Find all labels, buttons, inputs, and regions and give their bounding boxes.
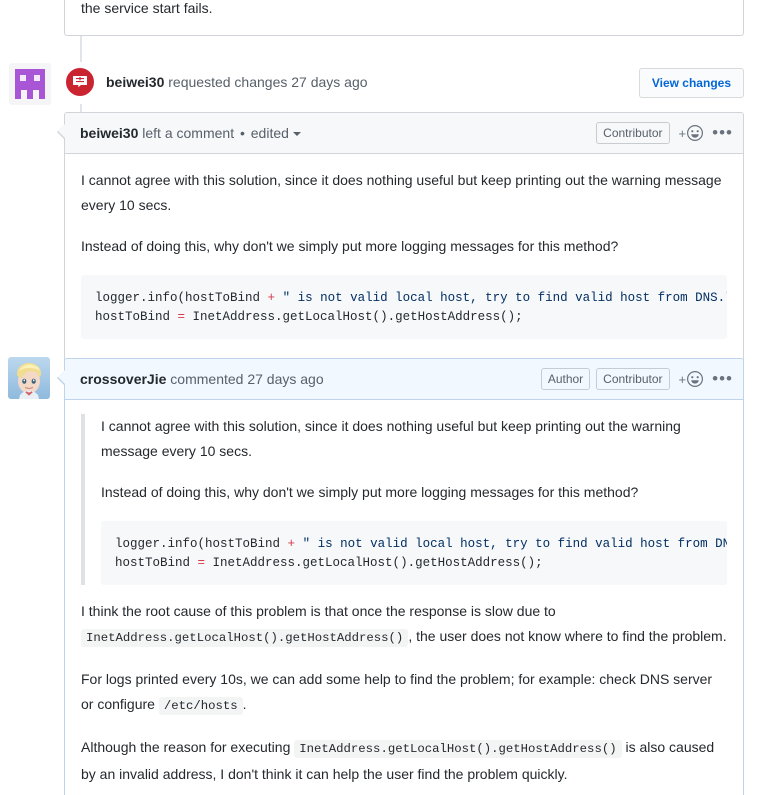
add-reaction-icon[interactable]: +	[679, 371, 704, 387]
badge-contributor: Contributor	[596, 368, 670, 390]
chevron-down-icon	[292, 132, 301, 136]
inline-code: InetAddress.getLocalHost().getHostAddres…	[81, 629, 409, 647]
code-block-quoted: logger.info(hostToBind + " is not valid …	[101, 521, 727, 585]
edited-label: edited	[250, 125, 289, 141]
code-token: =	[197, 556, 206, 570]
comment-action-text: commented	[166, 371, 248, 387]
comment-crossoverjie: crossoverJie commented 27 days ago Autho…	[57, 358, 744, 795]
review-action-text: requested changes	[164, 74, 292, 90]
badge-contributor: Contributor	[596, 122, 670, 144]
requested-changes-icon	[64, 66, 96, 98]
comment-paragraph: For logs printed every 10s, we can add s…	[81, 667, 727, 719]
comment-paragraph: Although the reason for executing InetAd…	[81, 735, 727, 787]
code-token: " is not valid local host, try to find v…	[282, 291, 727, 305]
code-line: logger.info(hostToBind + " is not valid …	[95, 289, 727, 308]
code-token: hostToBind	[115, 556, 198, 570]
quoted-text: I cannot agree with this solution, since…	[81, 414, 727, 585]
review-author-link[interactable]: beiwei30	[106, 74, 164, 90]
comment-timestamp[interactable]: 27 days ago	[247, 371, 323, 387]
code-line: hostToBind = InetAddress.getLocalHost().…	[95, 308, 713, 327]
comment-action-text: left a comment	[138, 125, 238, 141]
review-event-row: beiwei30 requested changes 27 days ago V…	[0, 62, 766, 106]
comment-separator: •	[239, 125, 245, 141]
code-token: +	[287, 537, 296, 551]
paragraph-text: .	[242, 696, 247, 712]
badge-author: Author	[540, 368, 591, 390]
comment-author-link[interactable]: crossoverJie	[80, 371, 166, 387]
kebab-menu-icon[interactable]: •••	[712, 124, 733, 141]
previous-comment-box: Of course, we can also add a timeout per…	[64, 0, 744, 36]
comment-header-title: beiwei30 left a comment • edited	[80, 125, 590, 141]
paragraph-text: Although the reason for executing	[81, 739, 295, 755]
code-token: logger.info(hostToBind	[95, 291, 268, 305]
code-token: logger.info(hostToBind	[115, 537, 288, 551]
quote-paragraph: Instead of doing this, why don't we simp…	[101, 484, 639, 500]
paragraph-text: I think the root cause of this problem i…	[81, 603, 556, 619]
crossoverjie-avatar[interactable]	[8, 357, 50, 399]
comment-author-link[interactable]: beiwei30	[80, 125, 138, 141]
code-token: " is not valid local host, try to find v…	[302, 537, 727, 551]
code-line: hostToBind = InetAddress.getLocalHost().…	[115, 554, 713, 573]
review-event-text: beiwei30 requested changes 27 days ago	[106, 74, 368, 90]
add-reaction-icon[interactable]: +	[679, 125, 704, 141]
inline-code: InetAddress.getLocalHost().getHostAddres…	[294, 740, 622, 758]
comment-header-beiwei30: beiwei30 left a comment • edited Contrib…	[65, 113, 743, 154]
previous-comment-line-2: the service start fails.	[81, 0, 213, 16]
edited-dropdown[interactable]: edited	[251, 125, 301, 141]
code-block-1: logger.info(hostToBind + " is not valid …	[81, 275, 727, 339]
comment-body-beiwei30: I cannot agree with this solution, since…	[65, 154, 743, 365]
comment-header-crossoverjie: crossoverJie commented 27 days ago Autho…	[65, 359, 743, 400]
comment-body-crossoverjie: I cannot agree with this solution, since…	[65, 400, 743, 795]
code-token: InetAddress.getLocalHost().getHostAddres…	[205, 556, 543, 570]
quote-paragraph: I cannot agree with this solution, since…	[101, 418, 681, 459]
comment-arrow-fill	[58, 370, 65, 384]
beiwei30-avatar[interactable]	[9, 63, 51, 105]
code-token: InetAddress.getLocalHost().getHostAddres…	[185, 310, 523, 324]
code-token: +	[267, 291, 276, 305]
inline-code: /etc/hosts	[158, 697, 243, 715]
view-changes-button[interactable]: View changes	[638, 68, 744, 98]
comment-paragraph: I think the root cause of this problem i…	[81, 599, 727, 651]
code-token: hostToBind	[95, 310, 178, 324]
comment-paragraph: Instead of doing this, why don't we simp…	[81, 238, 619, 254]
code-token: =	[177, 310, 186, 324]
comment-arrow-fill	[58, 124, 65, 138]
paragraph-text: , the user does not know where to find t…	[408, 628, 727, 644]
code-line: logger.info(hostToBind + " is not valid …	[115, 535, 727, 554]
comment-beiwei30: beiwei30 left a comment • edited Contrib…	[57, 112, 744, 366]
github-pr-conversation: Of course, we can also add a timeout per…	[0, 0, 766, 795]
review-timestamp[interactable]: 27 days ago	[291, 74, 367, 90]
kebab-menu-icon[interactable]: •••	[712, 370, 733, 387]
comment-header-title: crossoverJie commented 27 days ago	[80, 371, 535, 387]
comment-paragraph: I cannot agree with this solution, since…	[81, 172, 722, 213]
